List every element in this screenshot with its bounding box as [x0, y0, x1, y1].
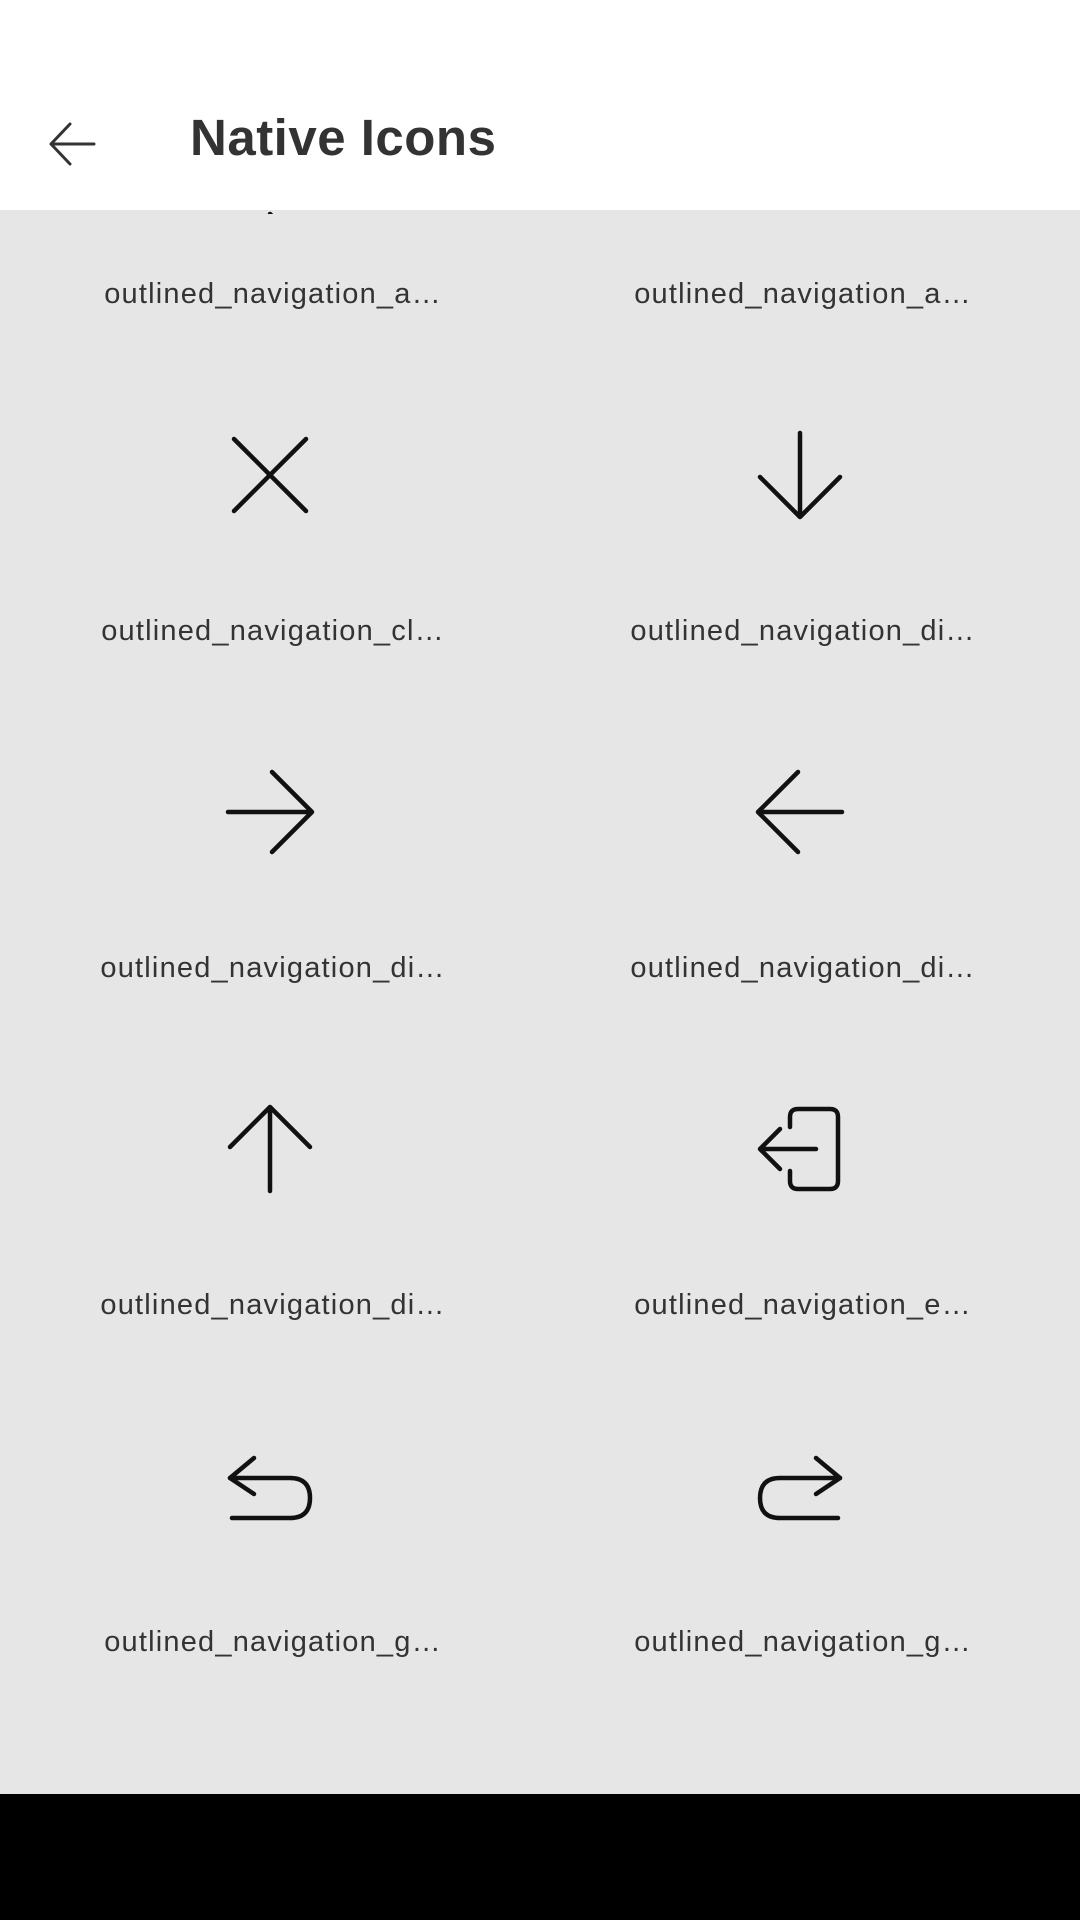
icon-label: outlined_navigation_a…	[634, 278, 972, 310]
icon-label: outlined_navigation_di…	[100, 952, 446, 984]
icon-label: outlined_navigation_a…	[104, 278, 442, 310]
back-button[interactable]	[30, 102, 114, 186]
icon-cell[interactable]: outlined_navigation_g…	[530, 1440, 1070, 1777]
close-icon	[231, 436, 309, 514]
icon-label: outlined_navigation_di…	[100, 1289, 446, 1321]
icon-grid[interactable]: outlined_navigation_a… outlined_navigati…	[0, 210, 1080, 1794]
icon-cell[interactable]: outlined_navigation_a…	[0, 210, 540, 429]
icon-cell[interactable]: outlined_navigation_cl…	[0, 429, 540, 766]
status-bar	[0, 0, 1080, 72]
icon-cell[interactable]: outlined_navigation_di…	[530, 766, 1070, 1103]
icon-cell[interactable]: outlined_navigation_di…	[0, 1103, 540, 1440]
arrow-left-icon	[755, 769, 845, 855]
icon-label: outlined_navigation_e…	[634, 1289, 972, 1321]
icon-cell[interactable]: outlined_navigation_g…	[0, 1440, 540, 1777]
app-bar: Native Icons	[0, 72, 1080, 210]
icon-label: outlined_navigation_cl…	[101, 615, 445, 647]
icon-label: outlined_navigation_di…	[630, 615, 976, 647]
system-nav-bar	[0, 1794, 1080, 1920]
go-forward-icon	[757, 1455, 843, 1521]
icon-cell[interactable]: outlined_navigation_di…	[530, 429, 1070, 766]
arrow-down-icon	[757, 430, 843, 520]
arrow-right-icon	[225, 769, 315, 855]
icon-cell[interactable]: outlined_navigation_e…	[530, 1103, 1070, 1440]
icon-cell[interactable]: outlined_navigation_a…	[530, 210, 1070, 429]
page-title: Native Icons	[190, 109, 497, 166]
go-back-icon	[227, 1455, 313, 1521]
arrow-left-icon	[49, 122, 96, 166]
icon-label: outlined_navigation_g…	[104, 1626, 442, 1658]
exit-icon	[757, 1106, 841, 1192]
icon-label: outlined_navigation_g…	[634, 1626, 972, 1658]
icon-label: outlined_navigation_di…	[630, 952, 976, 984]
icon-cell[interactable]: outlined_navigation_di…	[0, 766, 540, 1103]
partial-arrow-icon	[267, 211, 274, 214]
screen: Native Icons outlined_navigation_a… outl…	[0, 0, 1080, 1920]
arrow-up-icon	[227, 1104, 313, 1194]
